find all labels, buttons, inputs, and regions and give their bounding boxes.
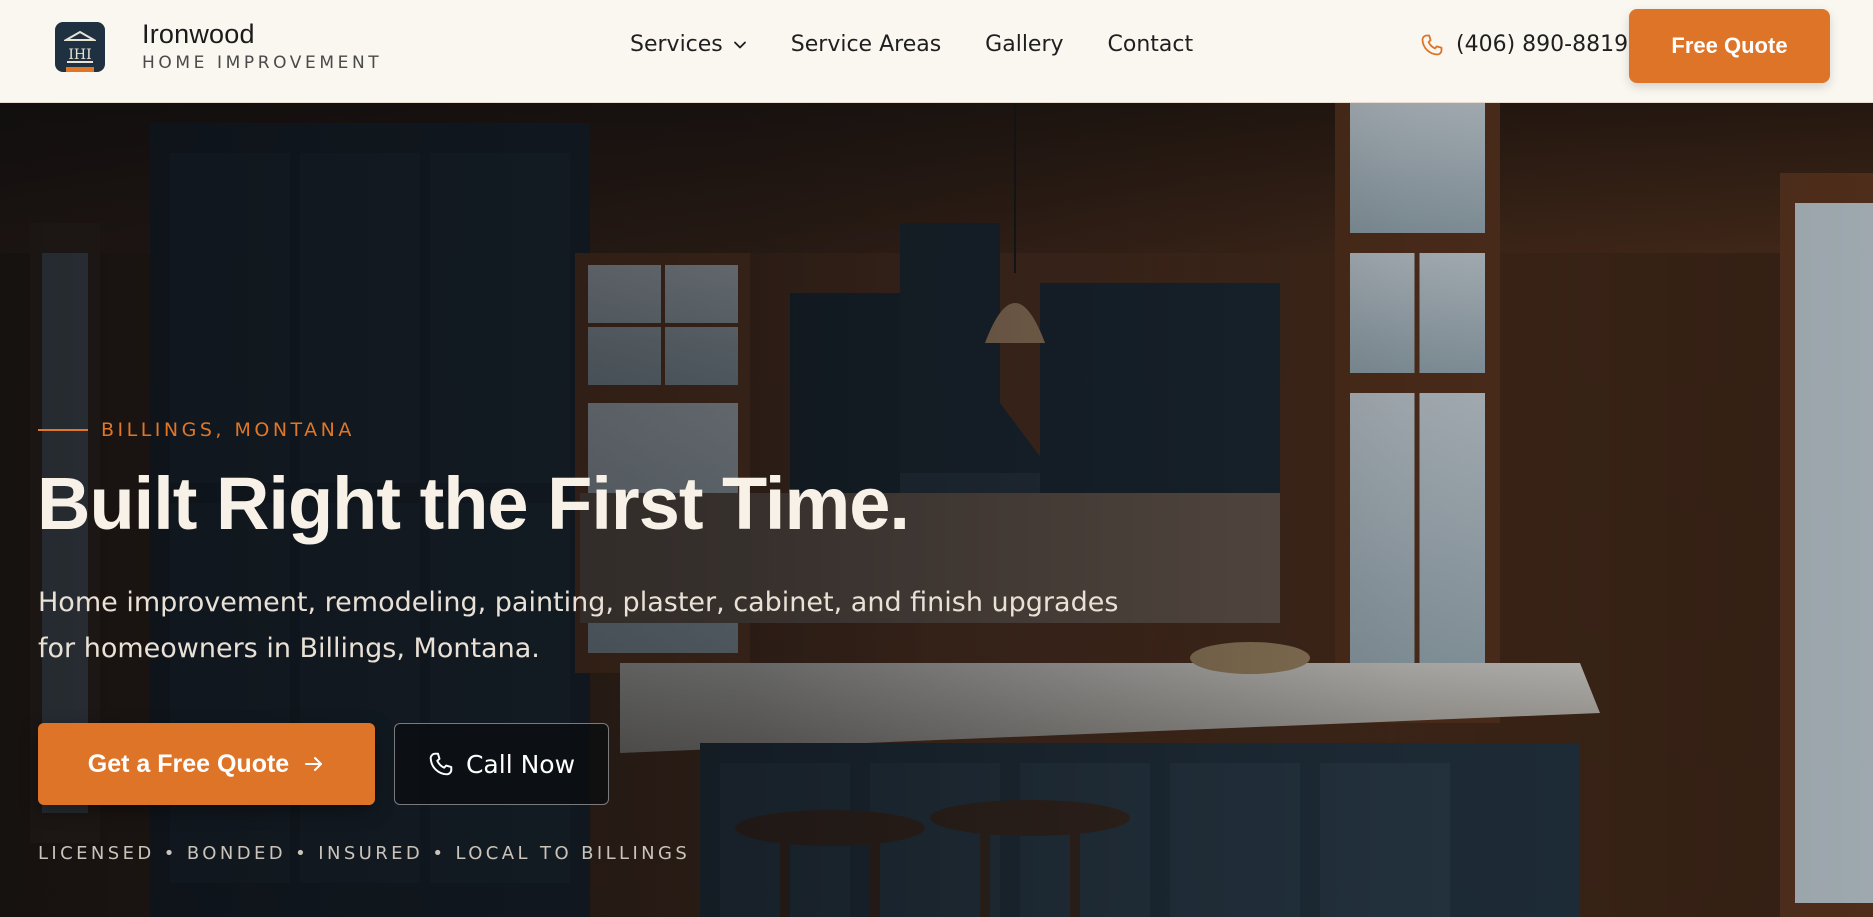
phone-icon bbox=[1421, 34, 1443, 55]
nav-item-label: Contact bbox=[1107, 32, 1194, 57]
nav-item-gallery[interactable]: Gallery bbox=[985, 32, 1063, 57]
nav-item-label: Services bbox=[630, 32, 723, 57]
arrow-right-icon bbox=[305, 757, 323, 771]
trust-badges-line: LICENSED • BONDED • INSURED • LOCAL TO B… bbox=[38, 843, 691, 864]
get-free-quote-button[interactable]: Get a Free Quote bbox=[38, 723, 375, 805]
call-now-label: Call Now bbox=[465, 749, 576, 779]
nav-item-contact[interactable]: Contact bbox=[1108, 32, 1194, 57]
hero-headline: Built Right the First Time. bbox=[37, 462, 910, 545]
logo-mark-icon: IHI bbox=[55, 21, 105, 72]
brand-logo[interactable]: IHI Ironwood HOME IMPROVEMENT bbox=[55, 19, 382, 74]
brand-subtitle: HOME IMPROVEMENT bbox=[142, 53, 383, 73]
get-free-quote-label: Get a Free Quote bbox=[87, 749, 290, 778]
eyebrow-text: BILLINGS, MONTANA bbox=[101, 419, 355, 441]
hero-section: BILLINGS, MONTANA Built Right the First … bbox=[0, 103, 1873, 917]
nav-item-label: Gallery bbox=[985, 32, 1064, 57]
svg-text:IHI: IHI bbox=[68, 47, 91, 63]
main-nav: Services Service Areas Gallery Contact bbox=[630, 32, 1193, 57]
chevron-down-icon bbox=[733, 41, 746, 48]
header-phone-link[interactable]: (406) 890-8819 bbox=[1420, 32, 1628, 57]
hero-subheading: Home improvement, remodeling, painting, … bbox=[38, 587, 1119, 664]
free-quote-button[interactable]: Free Quote bbox=[1629, 9, 1830, 83]
header-phone-number: (406) 890-8819 bbox=[1456, 32, 1629, 57]
nav-item-services[interactable]: Services bbox=[630, 32, 747, 57]
site-header: IHI Ironwood HOME IMPROVEMENT Services S… bbox=[0, 0, 1873, 103]
call-now-button[interactable]: Call Now bbox=[394, 723, 609, 805]
nav-item-label: Service Areas bbox=[790, 32, 942, 57]
eyebrow-rule bbox=[38, 429, 88, 431]
brand-name: Ironwood bbox=[142, 19, 255, 49]
nav-item-service-areas[interactable]: Service Areas bbox=[791, 32, 941, 57]
phone-icon bbox=[429, 752, 453, 776]
hero-eyebrow: BILLINGS, MONTANA bbox=[38, 419, 355, 441]
